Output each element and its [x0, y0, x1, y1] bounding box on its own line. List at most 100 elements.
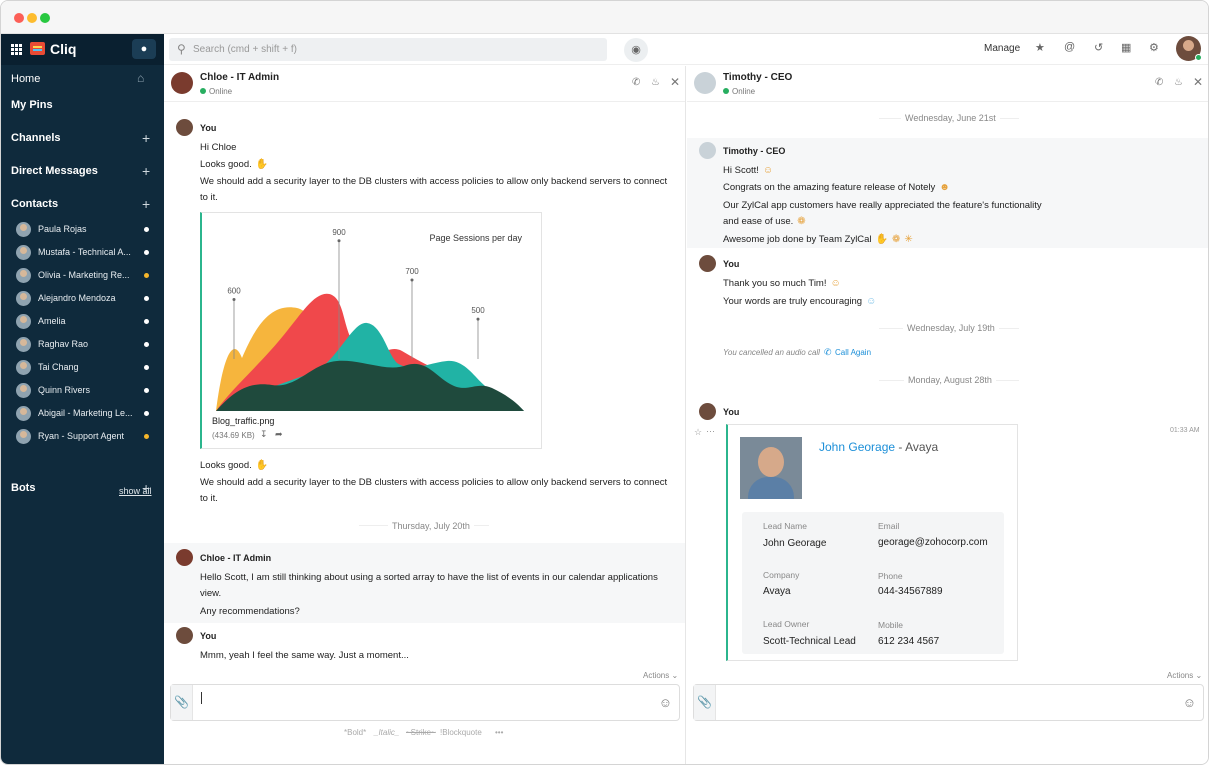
download-icon[interactable]: ↧: [260, 429, 268, 440]
contact-name: Amelia: [38, 316, 66, 326]
annotation-label: 500: [471, 306, 485, 315]
field-value: 044-34567889: [878, 586, 943, 597]
bot-icon[interactable]: ◉: [624, 38, 648, 62]
message-composer[interactable]: 📎 ☺: [693, 684, 1204, 721]
contact-item[interactable]: Alejandro Mendoza: [16, 290, 156, 308]
status-dot: [144, 411, 149, 416]
contact-name: Quinn Rivers: [38, 385, 91, 395]
field-value: John Georage: [763, 538, 827, 549]
add-contact-plus-icon[interactable]: +: [142, 197, 150, 211]
message-text: and ease of use.: [723, 216, 794, 227]
sender-name: Chloe - IT Admin: [200, 553, 272, 563]
minimize-window-icon[interactable]: [27, 13, 37, 23]
search-bar[interactable]: ⚲ Search (cmd + shift + f): [169, 38, 607, 61]
close-window-icon[interactable]: [14, 13, 24, 23]
close-icon[interactable]: ✕: [1193, 75, 1203, 89]
smile-icon[interactable]: ☺: [1183, 695, 1196, 710]
add-bot-plus-icon[interactable]: +: [142, 481, 150, 495]
message-text: Hi Scott!: [723, 165, 759, 176]
contact-company: - Avaya: [898, 440, 939, 454]
sidebar-item-contacts[interactable]: Contacts: [11, 198, 58, 210]
contact-item[interactable]: Tai Chang: [16, 359, 156, 377]
add-direct-message-plus-icon[interactable]: +: [142, 164, 150, 178]
star-icon[interactable]: ★: [1035, 41, 1045, 54]
share-icon[interactable]: ➦: [275, 429, 283, 440]
contact-item[interactable]: Raghav Rao: [16, 336, 156, 354]
chat-title[interactable]: Chloe - IT Admin: [200, 72, 279, 83]
attach-icon[interactable]: 📎: [694, 685, 716, 720]
message-composer[interactable]: 📎 ☺: [170, 684, 680, 721]
bell-icon[interactable]: ●: [132, 39, 156, 59]
avatar[interactable]: [694, 72, 716, 94]
format-blockquote-hint: !Blockquote: [440, 728, 482, 737]
contact-item[interactable]: Mustafa - Technical A...: [16, 244, 156, 262]
chat-pane-chloe: Chloe - IT Admin Online ✆ ♨ ✕ You Hi Chl…: [164, 66, 686, 764]
format-more-icon[interactable]: •••: [495, 728, 503, 737]
status-dot: [144, 319, 149, 324]
message-text: Your words are truly encouraging: [723, 296, 863, 307]
contact-item[interactable]: Paula Rojas: [16, 221, 156, 239]
close-icon[interactable]: ✕: [670, 75, 680, 89]
contact-heading: John Georage - Avaya: [819, 440, 938, 454]
mention-icon[interactable]: @: [1064, 41, 1075, 53]
history-icon[interactable]: ↺: [1094, 41, 1103, 54]
calendar-icon[interactable]: ▦: [1121, 41, 1131, 54]
sidebar-item-home[interactable]: Home: [11, 73, 40, 85]
phone-icon[interactable]: ✆: [1155, 77, 1163, 88]
actions-dropdown[interactable]: Actions ⌄: [643, 671, 678, 680]
sidebar-item-direct-messages[interactable]: Direct Messages: [11, 165, 98, 177]
sidebar-item-my-pins[interactable]: My Pins: [11, 99, 53, 111]
message: Hello Scott, I am still thinking about u…: [200, 572, 658, 583]
phone-icon[interactable]: ✆: [632, 77, 640, 88]
home-icon[interactable]: ⌂: [137, 71, 144, 85]
search-input[interactable]: Search (cmd + shift + f): [193, 44, 297, 55]
sidebar-item-bots[interactable]: Bots: [11, 482, 35, 494]
contact-item[interactable]: Ryan - Support Agent: [16, 428, 156, 446]
contact-card[interactable]: John Georage - Avaya Lead Name John Geor…: [726, 424, 1018, 661]
add-channel-plus-icon[interactable]: +: [142, 131, 150, 145]
contact-item[interactable]: Olivia - Marketing Re...: [16, 267, 156, 285]
attach-icon[interactable]: 📎: [171, 685, 193, 720]
search-icon: ⚲: [177, 42, 186, 56]
message: Thank you so much Tim! ☺: [723, 278, 841, 289]
field-value: georage@zohocorp.com: [878, 537, 988, 548]
avatar[interactable]: [171, 72, 193, 94]
bell-icon[interactable]: ♨: [651, 77, 660, 88]
date-separator: Wednesday, July 19th: [903, 323, 999, 333]
avatar: [16, 383, 31, 398]
chat-title[interactable]: Timothy - CEO: [723, 72, 792, 83]
avatar: [176, 627, 193, 644]
manage-button[interactable]: Manage: [984, 43, 1020, 54]
message: Any recommendations?: [200, 606, 300, 617]
maximize-window-icon[interactable]: [40, 13, 50, 23]
status-dot: [144, 250, 149, 255]
annotation-label: 600: [227, 287, 241, 296]
contact-item[interactable]: Abigail - Marketing Le...: [16, 405, 156, 423]
contact-item[interactable]: Quinn Rivers: [16, 382, 156, 400]
actions-label: Actions: [643, 671, 670, 680]
field-value: Avaya: [763, 586, 791, 597]
grid-icon[interactable]: [11, 44, 22, 55]
gear-icon[interactable]: ⚙: [1149, 41, 1159, 54]
more-options-icon[interactable]: ⋯: [706, 426, 715, 437]
app-window: Cliq ● Home ⌂ My Pins Channels + Direct …: [0, 0, 1209, 765]
contact-item[interactable]: Amelia: [16, 313, 156, 331]
bell-icon[interactable]: ♨: [1174, 77, 1183, 88]
chat-status: Online: [723, 87, 755, 96]
status-dot: [144, 273, 149, 278]
field-label: Phone: [878, 571, 903, 581]
field-label: Lead Owner: [763, 619, 810, 629]
smile-icon[interactable]: ☺: [659, 695, 672, 710]
sender-name: You: [200, 123, 217, 133]
chat-pane-timothy: Timothy - CEO Online ✆ ♨ ✕ Wednesday, Ju…: [687, 66, 1208, 764]
actions-dropdown[interactable]: Actions ⌄: [1167, 671, 1202, 680]
avatar: [16, 245, 31, 260]
star-icon[interactable]: ☆: [694, 427, 702, 438]
call-again-link[interactable]: Call Again: [835, 348, 871, 357]
contact-name-link[interactable]: John Georage: [819, 440, 895, 454]
contact-name: Raghav Rao: [38, 339, 89, 349]
format-bold-hint: *Bold*: [344, 728, 367, 737]
sidebar-item-channels[interactable]: Channels: [11, 132, 61, 144]
field-label: Mobile: [878, 620, 904, 630]
image-attachment[interactable]: Page Sessions per day 600 900 700 500 Blog_…: [200, 212, 542, 449]
